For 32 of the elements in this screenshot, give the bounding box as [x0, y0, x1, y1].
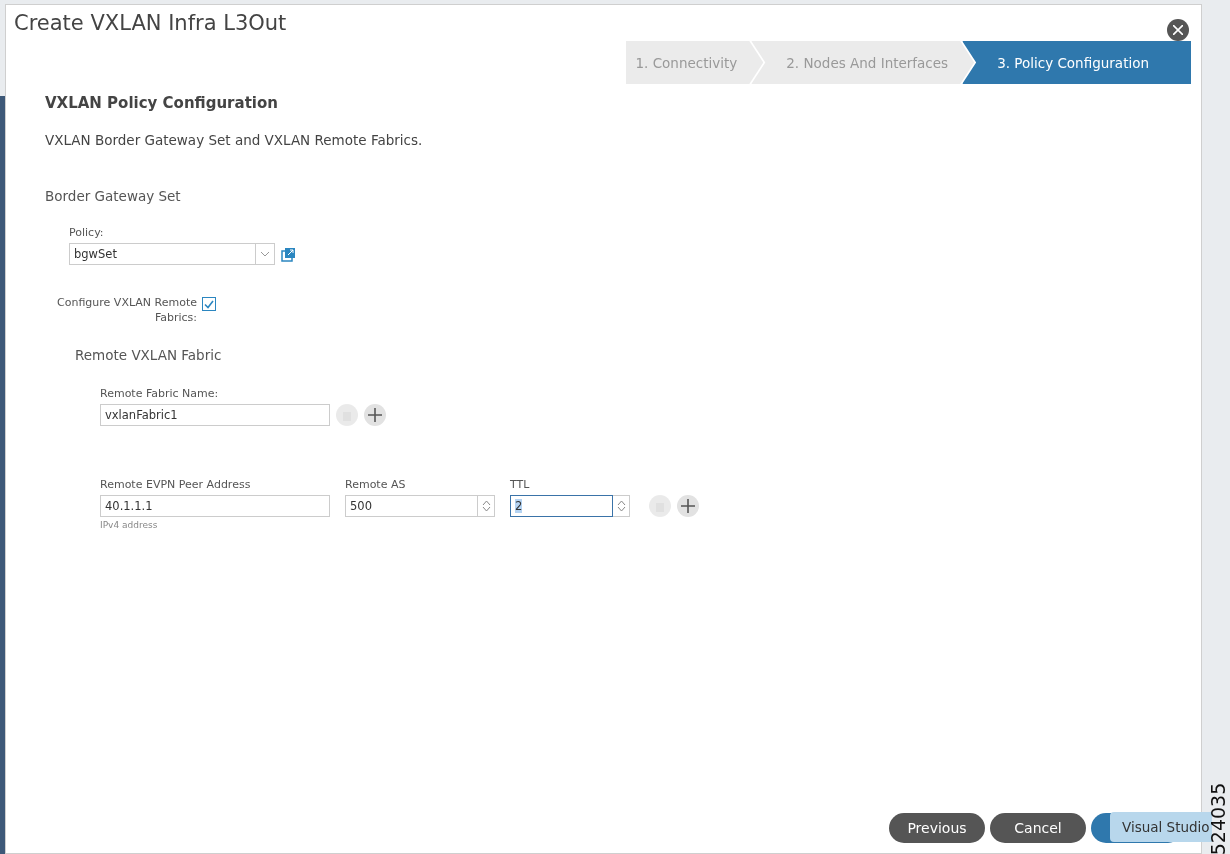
spinner[interactable]	[613, 495, 630, 517]
footer-button[interactable]: Cancel	[990, 813, 1086, 843]
field-label: Policy:	[69, 226, 105, 239]
section-heading: Remote VXLAN Fabric	[75, 347, 223, 363]
field-label: TTL	[510, 478, 531, 491]
close-icon	[1173, 25, 1183, 35]
section-title: VXLAN Policy Configuration	[45, 94, 279, 112]
field-label: Remote EVPN Peer Address	[100, 478, 252, 491]
input-field[interactable]: 2	[510, 495, 613, 517]
dialog-title: Create VXLAN Infra L3Out	[14, 11, 287, 35]
add-button[interactable]	[677, 495, 699, 517]
checkbox-label: Configure VXLAN Remote Fabrics:	[56, 295, 197, 325]
field-label: Remote AS	[345, 478, 407, 491]
footer-button[interactable]: Previous	[889, 813, 985, 843]
input-field[interactable]: vxlanFabric1	[100, 404, 330, 426]
input-field[interactable]: 500	[345, 495, 478, 517]
section-heading: Border Gateway Set	[45, 188, 182, 204]
policy-select[interactable]: bgwSet	[69, 243, 275, 265]
plus-icon	[368, 408, 382, 422]
plus-icon	[681, 499, 695, 513]
add-button[interactable]	[364, 404, 386, 426]
field-label: Remote Fabric Name:	[100, 387, 220, 400]
tooltip: Visual Studio	[1110, 812, 1212, 842]
section-description: VXLAN Border Gateway Set and VXLAN Remote Fabrics.	[45, 132, 424, 148]
wizard-step[interactable]: 3. Policy Configuration	[962, 41, 1191, 84]
field-hint: IPv4 address	[100, 520, 159, 530]
open-window-icon[interactable]	[281, 246, 296, 262]
input-field[interactable]: 40.1.1.1	[100, 495, 330, 517]
close-button[interactable]	[1167, 19, 1189, 41]
spinner[interactable]	[478, 495, 495, 517]
checkbox[interactable]	[202, 297, 216, 311]
chevron-down-icon	[260, 251, 270, 257]
